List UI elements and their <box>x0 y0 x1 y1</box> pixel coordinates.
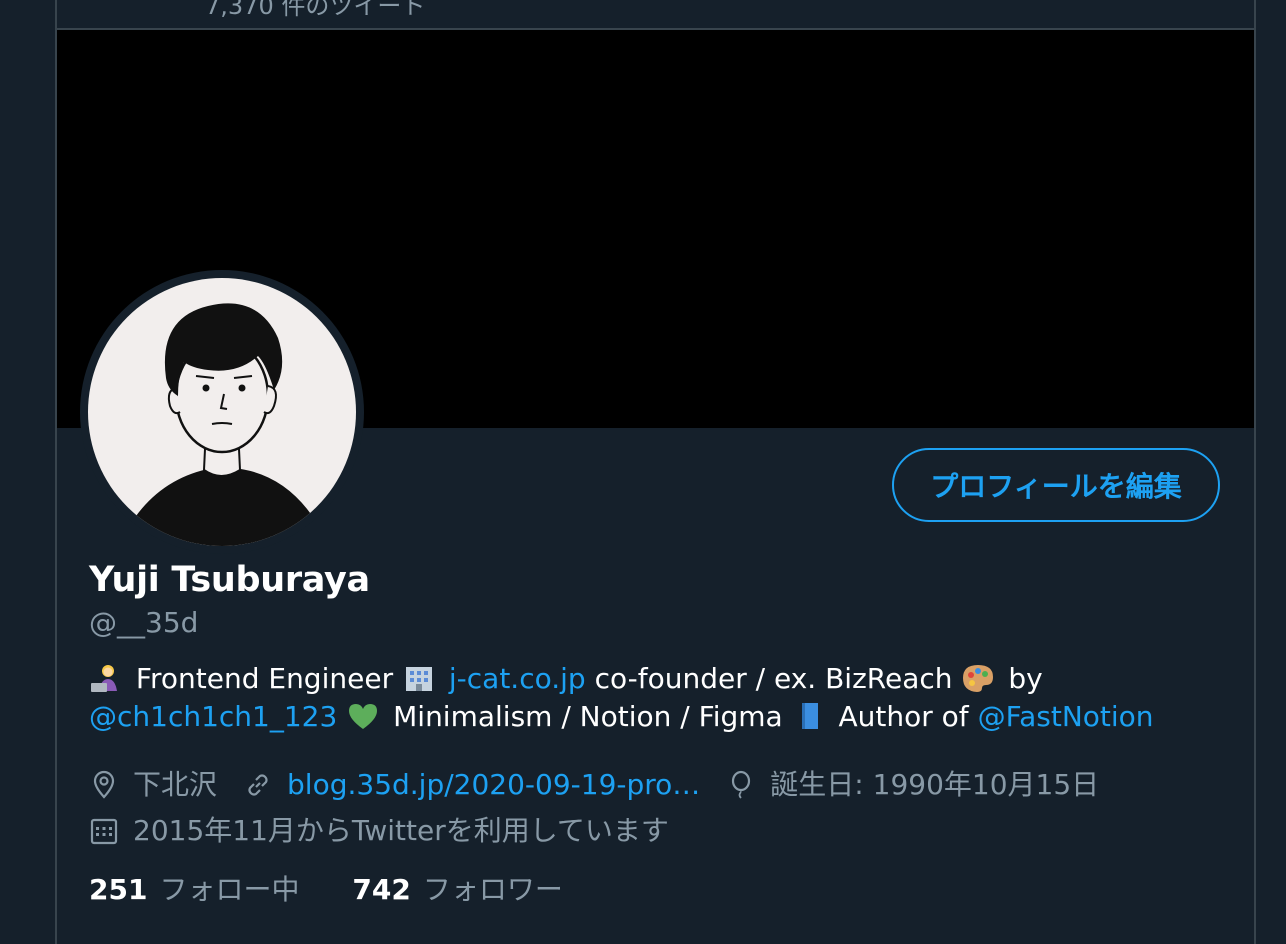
followers-label: フォロワー <box>422 873 563 906</box>
birthday: 誕生日: 1990年10月15日 <box>726 762 1099 808</box>
artist-palette-icon <box>963 665 994 692</box>
location-text: 下北沢 <box>133 768 218 801</box>
location-pin-icon <box>93 770 115 799</box>
link-icon <box>248 774 268 796</box>
bio-line-2: @ch1ch1ch1_123 Minimalism / Notion / Fig… <box>89 698 1189 736</box>
followers-link[interactable]: 742 フォロワー <box>352 873 562 906</box>
office-building-icon <box>405 667 432 691</box>
bio-link-company[interactable]: j-cat.co.jp <box>449 662 586 695</box>
website-link[interactable]: blog.35d.jp/2020-09-19-pro… <box>287 762 700 808</box>
follow-stats: 251 フォロー中 742 フォロワー <box>89 868 607 908</box>
green-heart-icon <box>349 704 378 729</box>
profile-column: 7,370 件のツイート プロフィールを編集 Yuji Tsuburaya @_… <box>55 0 1256 944</box>
bio-link-mention-fastnotion[interactable]: @FastNotion <box>978 700 1154 733</box>
following-label: フォロー中 <box>159 873 300 906</box>
edit-profile-button[interactable]: プロフィールを編集 <box>892 448 1220 522</box>
bio-text-cofounder: co-founder / ex. BizReach <box>594 662 953 695</box>
bio-line-1: Frontend Engineer j-cat.co.jp co-founder… <box>89 660 1189 698</box>
avatar-illustration <box>128 303 320 546</box>
avatar[interactable] <box>80 270 364 554</box>
woman-technologist-icon <box>91 665 117 692</box>
meta-row-1: 下北沢 blog.35d.jp/2020-09-19-pro… 誕生日: 199… <box>89 762 1125 808</box>
bio-text-by: by <box>1008 662 1043 695</box>
profile-header-bar: 7,370 件のツイート <box>57 0 1254 30</box>
tweet-count: 7,370 件のツイート <box>205 0 426 20</box>
balloon-icon <box>732 770 751 799</box>
bio-text-role: Frontend Engineer <box>135 662 394 695</box>
followers-count: 742 <box>352 873 411 906</box>
location: 下北沢 <box>89 762 217 808</box>
display-name: Yuji Tsuburaya <box>89 560 370 600</box>
bio-text-interests: Minimalism / Notion / Figma <box>393 700 783 733</box>
profile-meta: 下北沢 blog.35d.jp/2020-09-19-pro… 誕生日: 199… <box>89 762 1125 854</box>
profile-bio: Frontend Engineer j-cat.co.jp co-founder… <box>89 660 1189 736</box>
joined-text: 2015年11月からTwitterを利用しています <box>133 814 669 847</box>
website[interactable]: blog.35d.jp/2020-09-19-pro… <box>243 762 700 808</box>
birthday-text: 誕生日: 1990年10月15日 <box>770 768 1100 801</box>
bio-text-author: Author of <box>838 700 969 733</box>
joined-date: 2015年11月からTwitterを利用しています <box>89 808 669 854</box>
user-handle: @__35d <box>89 606 199 639</box>
blue-book-icon <box>801 703 818 729</box>
avatar-image <box>88 278 356 546</box>
calendar-icon <box>90 818 118 845</box>
bio-link-mention-partner[interactable]: @ch1ch1ch1_123 <box>89 700 337 733</box>
following-count: 251 <box>89 873 148 906</box>
meta-row-2: 2015年11月からTwitterを利用しています <box>89 808 1125 854</box>
following-link[interactable]: 251 フォロー中 <box>89 873 308 906</box>
